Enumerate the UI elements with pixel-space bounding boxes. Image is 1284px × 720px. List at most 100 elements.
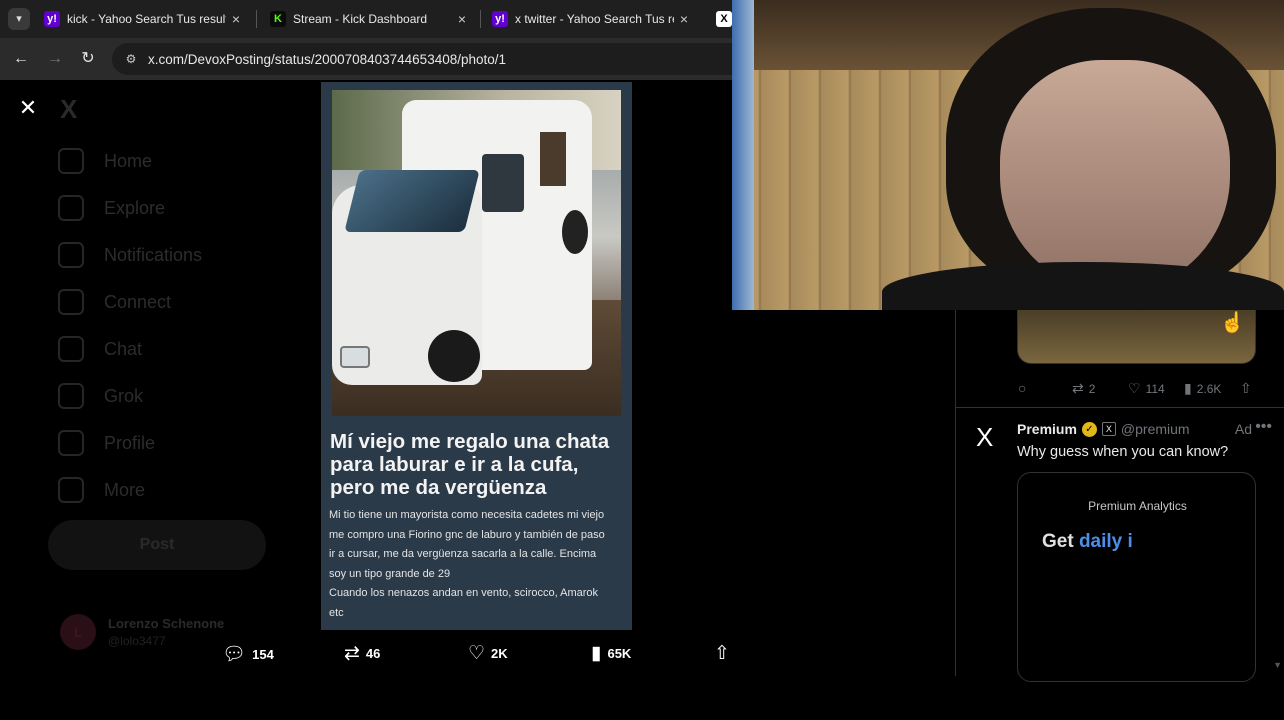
ad-text: Why guess when you can know? [1017,444,1229,460]
share-icon: ⇧ [1240,380,1252,396]
repost-button[interactable]: ⇄ 46 [344,642,380,665]
yahoo-icon: y! [492,11,508,27]
ad-card[interactable]: Premium Analytics Get daily i [1017,472,1256,682]
account-handle: @lolo3477 [108,634,166,648]
right-timeline: ○ ⇄ 2 ♡ 114 ▮ 2.6K ⇧ X Premium ✓ X @prem… [955,310,1284,682]
forward-arrow-icon[interactable]: → [44,48,66,70]
like-count: 2K [491,646,508,661]
ad-header: Premium ✓ X @premium [1017,421,1267,437]
sidebar-item-label: Connect [104,291,172,312]
views-button[interactable]: ▮ 2.6K [1184,380,1221,397]
sidebar-item-profile[interactable]: Profile [58,430,155,456]
scroll-down-arrow-icon[interactable]: ▼ [1273,660,1282,670]
repost-count: 2 [1088,381,1096,396]
url-text[interactable]: x.com/DevoxPosting/status/20007084037446… [148,52,506,67]
close-icon[interactable]: × [680,11,688,27]
home-icon [58,148,84,174]
photo-body-line: soy un tipo grande de 29 [329,567,451,580]
repost-icon: ⇄ [1072,380,1084,396]
sidebar-item-chat[interactable]: Chat [58,336,142,362]
close-icon[interactable]: × [458,11,466,27]
tab-title: Stream - Kick Dashboard [293,12,428,26]
tab-search-dropdown[interactable]: ▾ [8,8,30,30]
share-button[interactable]: ⇧ [1240,380,1257,397]
add-person-icon [58,289,84,315]
views-chart-icon: ▮ [591,643,602,664]
photo-body-line: Mi tio tiene un mayorista como necesita … [329,509,605,521]
tab-yahoo-kick[interactable]: y! kick - Yahoo Search Tus resultados × [36,4,248,34]
sidebar-item-connect[interactable]: Connect [58,289,171,315]
tab-yahoo-x-twitter[interactable]: y! x twitter - Yahoo Search Tus resultad… [484,4,696,34]
x-logo-icon[interactable]: X [976,422,993,453]
van-rear-window [540,132,566,186]
avatar: L [60,614,96,650]
bell-icon [58,242,84,268]
account-switcher[interactable]: L Lorenzo Schenone @lolo3477 [60,614,224,650]
reply-count: 154 [252,646,274,662]
heart-icon: ♡ [468,643,486,664]
grok-icon [58,383,84,409]
x-icon: X [716,11,732,27]
sidebar-item-home[interactable]: Home [58,148,152,174]
reload-icon[interactable]: ↻ [77,48,99,70]
close-icon[interactable]: × [232,11,240,27]
tab-kick-dashboard[interactable]: K Stream - Kick Dashboard × [262,4,474,34]
like-button[interactable]: ♡ 2K [468,642,508,665]
van-headlight [340,346,370,368]
sidebar: X Home Explore Notifications Connect Cha… [48,80,280,676]
tab-separator [256,10,257,28]
sidebar-item-label: More [104,479,146,500]
heart-icon: ♡ [1128,380,1141,396]
van-wheel [428,330,480,382]
van-rear-wheel [562,210,588,254]
sidebar-item-grok[interactable]: Grok [58,383,143,409]
back-arrow-icon[interactable]: ← [10,48,32,70]
post-button[interactable]: Post [48,520,266,570]
ad-card-headline: Get daily i [1042,531,1133,552]
reply-icon: 💬︎ [222,644,247,665]
address-bar[interactable]: ⚙ x.com/DevoxPosting/status/200070840374… [112,43,752,75]
account-name: Lorenzo Schenone [108,616,225,631]
sidebar-item-notifications[interactable]: Notifications [58,242,202,268]
repost-count: 46 [365,646,381,661]
reply-button[interactable]: ○ [1018,380,1031,396]
tab-separator [480,10,481,28]
hand-cursor-icon: ☝ [1220,312,1245,334]
ad-account-handle[interactable]: @premium [1121,421,1190,437]
sidebar-item-label: Grok [104,385,144,406]
sidebar-item-label: Home [104,150,153,171]
photo-body: Mi tio tiene un mayorista como necesita … [329,506,625,623]
views-count: 2.6K [1196,381,1222,396]
repost-button[interactable]: ⇄ 2 [1072,380,1095,397]
reply-button[interactable]: 💬︎ 154 [222,642,274,666]
tab-title: x twitter - Yahoo Search Tus resultados [515,12,674,26]
share-icon: ⇧ [714,643,730,664]
photo-body-line: etc [329,606,344,619]
ad-card-headline-accent: daily i [1078,531,1133,552]
van-side-window [482,154,524,212]
site-settings-icon[interactable]: ⚙ [122,50,140,68]
van-windshield [344,170,480,232]
webcam-curtain [732,0,754,310]
envelope-icon [58,336,84,362]
sidebar-item-label: Profile [104,432,156,453]
sidebar-item-explore[interactable]: Explore [58,195,165,221]
like-count: 114 [1145,381,1165,396]
more-options-icon[interactable]: ••• [1255,418,1272,436]
ad-card-brand: Premium Analytics [1088,499,1187,513]
photo-body-line: Cuando los nenazos andan en vento, sciro… [329,587,599,599]
close-icon[interactable]: ✕ [16,96,40,120]
views-button[interactable]: ▮ 65K [591,642,631,665]
sidebar-item-more[interactable]: More [58,477,145,503]
van-photo [332,90,621,416]
photo-viewer[interactable]: Mí viejo me regalo una chata para labura… [321,82,632,630]
x-logo-icon[interactable]: X [60,94,77,125]
like-button[interactable]: ♡ 114 [1128,380,1165,397]
share-button[interactable]: ⇧ [714,642,736,665]
tab-title: kick - Yahoo Search Tus resultados [67,12,226,26]
divider [956,407,1284,408]
ad-label: Ad [1234,421,1252,437]
photo-body-line: me compro una Fiorino gnc de laburo y ta… [329,528,605,541]
photo-body-line: ir a cursar, me da vergüenza sacarla a l… [329,548,597,560]
ad-account-name[interactable]: Premium [1017,421,1077,437]
